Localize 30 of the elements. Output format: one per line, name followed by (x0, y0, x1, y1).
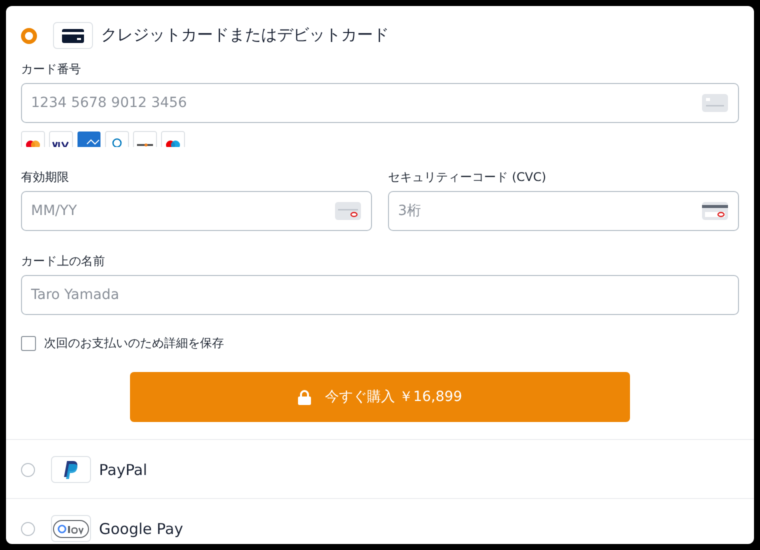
credit-card-icon (62, 28, 84, 42)
card-brand-icon (21, 131, 45, 147)
payment-method-label: クレジットカードまたはデビットカード (101, 25, 389, 46)
card-brand-icon (105, 131, 129, 147)
card-brand-icon (161, 131, 185, 147)
expiry-field[interactable]: MM/YY (21, 191, 372, 231)
lock-icon (298, 390, 311, 404)
cvc-field[interactable]: 3桁 (388, 191, 739, 231)
card-brand-icon (49, 131, 73, 147)
card-number-field[interactable]: 1234 5678 9012 3456 (21, 83, 739, 123)
field-label: 有効期限 (21, 169, 70, 185)
checkbox-label: 次回のお支払いのため詳細を保存 (44, 335, 224, 352)
card-brand-icon (77, 131, 101, 147)
card-icon (335, 202, 361, 220)
radio-button[interactable] (21, 28, 37, 44)
payment-method-label: Google Pay (99, 520, 184, 538)
card-back-icon (702, 202, 728, 220)
field-label: セキュリティーコード (CVC) (388, 169, 548, 185)
radio-button[interactable] (21, 462, 35, 476)
pay-button[interactable]: 今すぐ購入 ￥16,899 (130, 372, 630, 422)
payment-method-label: PayPal (99, 460, 148, 478)
field-label: カード上の名前 (21, 253, 106, 269)
google-pay-logo-icon (53, 520, 89, 538)
paypal-logo-icon (63, 460, 79, 478)
radio-button[interactable] (21, 522, 35, 536)
checkbox[interactable] (21, 336, 36, 351)
cardholder-name-field[interactable]: Taro Yamada (21, 275, 739, 315)
card-brand-icon (133, 131, 157, 147)
card-icon (702, 94, 728, 112)
field-label: カード番号 (21, 61, 82, 77)
